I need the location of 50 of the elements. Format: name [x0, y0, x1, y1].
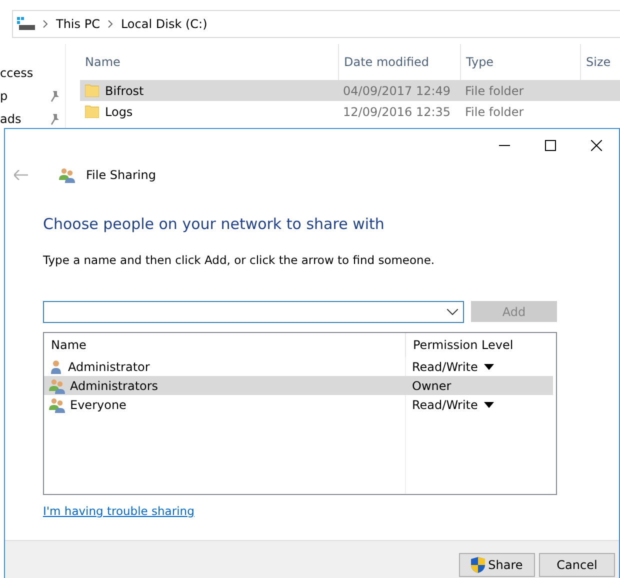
person-name: Everyone — [70, 398, 126, 412]
users-icon — [48, 378, 66, 394]
users-icon — [48, 396, 66, 412]
breadcrumb-item[interactable]: This PC — [56, 17, 100, 31]
type-cell-text: File folder — [464, 84, 525, 98]
chevron-icon — [43, 20, 48, 28]
column-header[interactable]: Permission Level — [405, 333, 553, 357]
nav-item[interactable]: ads — [0, 112, 22, 126]
dialog-heading: Choose people on your network to share with — [43, 215, 386, 233]
share-button[interactable]: Share — [459, 553, 535, 577]
minimize-icon — [498, 144, 510, 146]
breadcrumb-item[interactable]: Local Disk (C:) — [120, 17, 208, 31]
dropdown-arrow-icon — [484, 364, 494, 370]
person-name: Administrator — [68, 360, 150, 374]
file-row[interactable]: Logs 12/09/2016 12:35 File folder — [80, 101, 620, 122]
dropdown-arrow-icon — [484, 402, 494, 408]
maximize-icon — [544, 140, 556, 150]
permission-text: Owner — [412, 378, 452, 392]
person-row[interactable]: Administrators Owner — [44, 376, 553, 395]
type-cell-text: File folder — [464, 104, 525, 118]
drive-icon — [17, 17, 35, 31]
sharing-icon — [58, 167, 76, 183]
person-row[interactable]: Administrator Read/Write — [44, 357, 553, 376]
cancel-button[interactable]: Cancel — [539, 553, 615, 577]
user-icon — [48, 358, 64, 374]
close-icon — [590, 140, 602, 150]
column-header[interactable]: Name — [80, 44, 338, 80]
date-cell-text: 04/09/2017 12:49 — [342, 84, 452, 98]
folder-icon — [85, 105, 99, 118]
pin-icon — [49, 90, 59, 102]
permission-dropdown[interactable]: Read/Write — [412, 398, 494, 412]
file-name: Logs — [105, 104, 133, 118]
help-link[interactable]: I'm having trouble sharing — [43, 504, 194, 518]
permission-dropdown[interactable]: Read/Write — [412, 360, 494, 374]
instruction-text: Type a name and then click Add, or click the arrow to find someone. — [43, 253, 436, 267]
folder-icon — [85, 84, 99, 97]
address-bar[interactable]: This PC Local Disk (C:) — [12, 10, 620, 38]
chevron-icon — [108, 20, 113, 28]
column-header[interactable]: Name — [44, 333, 405, 357]
nav-item[interactable]: ccess — [0, 66, 34, 80]
pin-icon — [49, 114, 59, 124]
date-cell-text: 12/09/2016 12:35 — [342, 104, 452, 118]
nav-item[interactable]: p — [0, 89, 8, 103]
name-combobox[interactable] — [43, 301, 464, 323]
dialog-title: File Sharing — [86, 168, 156, 182]
file-row[interactable]: Bifrost 04/09/2017 12:49 File folder — [80, 80, 620, 101]
file-name: Bifrost — [105, 84, 144, 98]
chevron-down-icon[interactable] — [447, 309, 458, 315]
person-name: Administrators — [70, 378, 158, 392]
person-row[interactable]: Everyone Read/Write — [44, 395, 553, 414]
